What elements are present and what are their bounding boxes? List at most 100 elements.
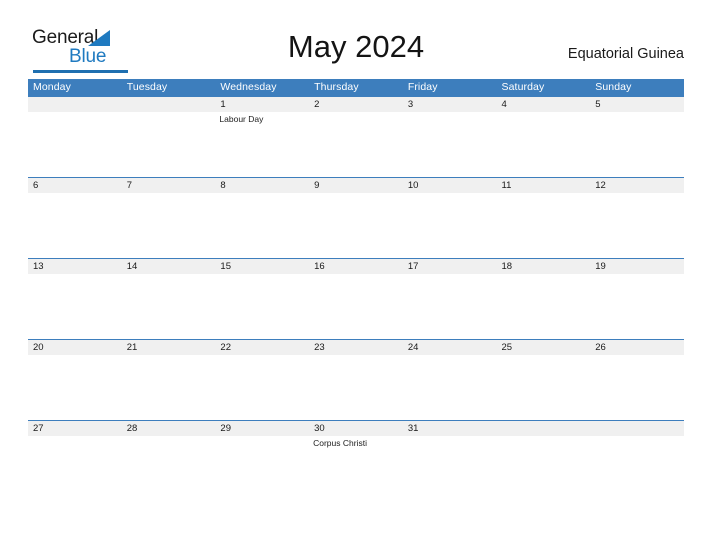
logo-underline-rule [33,70,128,73]
day-cell[interactable]: Corpus Christi [309,436,403,501]
week-daynumber-band: 13 14 15 16 17 18 19 [28,259,684,274]
day-cell[interactable] [403,355,497,420]
day-number[interactable]: 22 [215,340,309,355]
day-number[interactable]: 12 [590,178,684,193]
day-cell[interactable] [215,436,309,501]
day-number[interactable]: 7 [122,178,216,193]
day-number[interactable] [590,421,684,436]
day-number[interactable]: 23 [309,340,403,355]
day-cell[interactable] [309,193,403,258]
day-cell[interactable] [122,355,216,420]
day-number[interactable]: 5 [590,97,684,112]
day-cell[interactable] [403,436,497,501]
week-row: 13 14 15 16 17 18 19 [28,258,684,339]
page-header: General Blue May 2024 Equatorial Guinea [0,0,712,78]
day-number[interactable] [122,97,216,112]
day-cell[interactable] [28,274,122,339]
day-cell[interactable] [122,112,216,177]
weekday-header-thursday: Thursday [314,81,359,93]
day-number[interactable]: 14 [122,259,216,274]
day-cell[interactable] [497,436,591,501]
weekday-header-sunday: Sunday [595,81,632,93]
day-event-label: Corpus Christi [313,438,367,448]
day-number[interactable]: 25 [497,340,591,355]
calendar-page: General Blue May 2024 Equatorial Guinea … [0,0,712,550]
weekday-header-friday: Friday [407,81,438,93]
day-cell[interactable] [309,355,403,420]
weekday-header-tuesday: Tuesday [126,81,168,93]
week-event-band [28,355,684,420]
day-cell[interactable] [215,355,309,420]
region-label: Equatorial Guinea [567,46,684,62]
day-number[interactable]: 3 [403,97,497,112]
day-number[interactable]: 17 [403,259,497,274]
week-row: 6 7 8 9 10 11 12 [28,177,684,258]
day-number[interactable] [28,97,122,112]
day-number[interactable]: 28 [122,421,216,436]
weekday-header-row: Monday Tuesday Wednesday Thursday Friday… [28,79,684,96]
day-number[interactable]: 15 [215,259,309,274]
day-number[interactable]: 30 [309,421,403,436]
day-number[interactable]: 2 [309,97,403,112]
week-row: 27 28 29 30 31 Corpus Christi [28,420,684,501]
day-cell[interactable] [122,193,216,258]
day-number[interactable]: 29 [215,421,309,436]
day-number[interactable]: 24 [403,340,497,355]
day-number[interactable]: 1 [215,97,309,112]
day-cell[interactable] [497,112,591,177]
day-cell[interactable]: Labour Day [215,112,309,177]
day-cell[interactable] [28,193,122,258]
day-cell[interactable] [215,274,309,339]
day-cell[interactable] [122,436,216,501]
day-number[interactable]: 10 [403,178,497,193]
day-number[interactable]: 16 [309,259,403,274]
day-cell[interactable] [590,112,684,177]
day-cell[interactable] [28,112,122,177]
day-number[interactable]: 26 [590,340,684,355]
day-cell[interactable] [590,436,684,501]
day-cell[interactable] [590,274,684,339]
day-number[interactable]: 31 [403,421,497,436]
day-number[interactable]: 20 [28,340,122,355]
day-cell[interactable] [309,274,403,339]
day-cell[interactable] [309,112,403,177]
day-number[interactable]: 21 [122,340,216,355]
day-cell[interactable] [590,193,684,258]
calendar-grid: Monday Tuesday Wednesday Thursday Friday… [28,79,684,501]
week-daynumber-band: 6 7 8 9 10 11 12 [28,178,684,193]
weekday-header-saturday: Saturday [501,81,545,93]
day-cell[interactable] [403,193,497,258]
day-event-label: Labour Day [219,114,264,124]
day-cell[interactable] [497,355,591,420]
week-daynumber-band: 20 21 22 23 24 25 26 [28,340,684,355]
day-number[interactable]: 11 [497,178,591,193]
week-event-band: Corpus Christi [28,436,684,501]
week-row: 20 21 22 23 24 25 26 [28,339,684,420]
day-cell[interactable] [497,274,591,339]
week-row: 1 2 3 4 5 Labour Day [28,96,684,177]
day-number[interactable]: 19 [590,259,684,274]
week-event-band: Labour Day [28,112,684,177]
week-event-band [28,193,684,258]
day-number[interactable]: 18 [497,259,591,274]
day-cell[interactable] [215,193,309,258]
day-cell[interactable] [497,193,591,258]
day-number[interactable]: 27 [28,421,122,436]
day-cell[interactable] [28,436,122,501]
weekday-header-monday: Monday [33,81,71,93]
day-number[interactable]: 9 [309,178,403,193]
day-number[interactable]: 13 [28,259,122,274]
day-number[interactable]: 4 [497,97,591,112]
day-cell[interactable] [403,112,497,177]
weekday-header-wednesday: Wednesday [220,81,277,93]
day-cell[interactable] [122,274,216,339]
day-cell[interactable] [590,355,684,420]
week-daynumber-band: 27 28 29 30 31 [28,421,684,436]
day-cell[interactable] [28,355,122,420]
day-number[interactable]: 8 [215,178,309,193]
week-event-band [28,274,684,339]
day-number[interactable]: 6 [28,178,122,193]
week-daynumber-band: 1 2 3 4 5 [28,97,684,112]
day-number[interactable] [497,421,591,436]
day-cell[interactable] [403,274,497,339]
